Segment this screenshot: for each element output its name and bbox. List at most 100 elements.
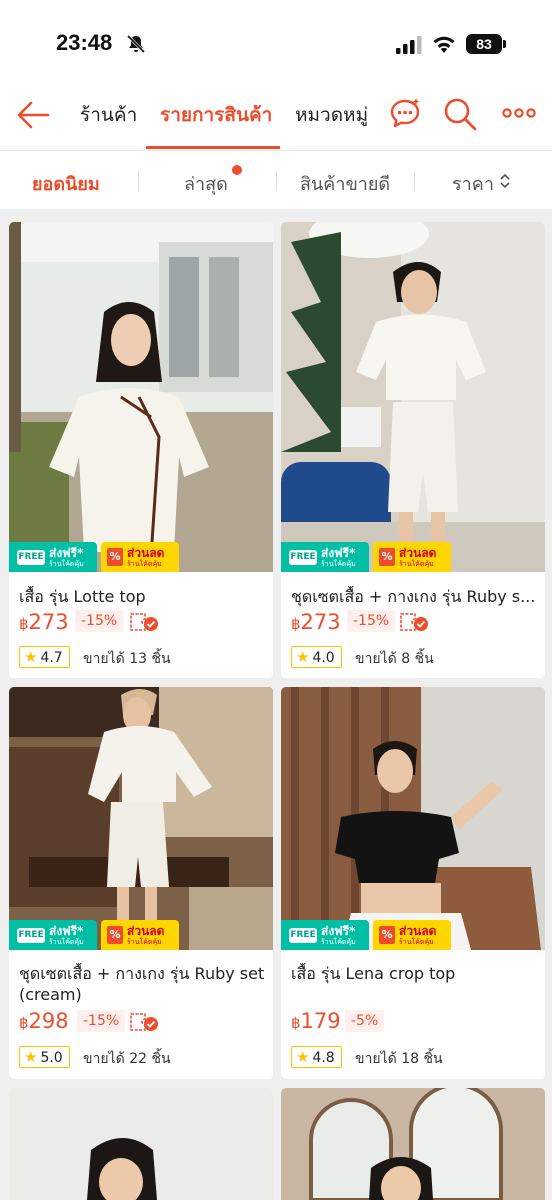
product-title[interactable]: เสื้อ รุ่น Lena crop top bbox=[291, 963, 537, 984]
sort-latest[interactable]: ล่าสุด bbox=[184, 169, 228, 198]
promo-badges: FREE ส่งฟรี* ร้านโค้ดคุ้ม % ส่วนลด ร้านโ… bbox=[9, 538, 273, 572]
shop-nav-bar: ร้านค้า รายการสินค้า หมวดหมู่ bbox=[0, 84, 552, 150]
rating-value: 4.8 bbox=[312, 1050, 335, 1066]
active-tab-indicator bbox=[146, 146, 280, 149]
tab-shop[interactable]: ร้านค้า bbox=[80, 100, 137, 130]
discount-sub: ร้านโค้ดคุ้ม bbox=[399, 560, 434, 568]
search-icon[interactable] bbox=[442, 96, 478, 132]
rating-badge: ★ 4.0 bbox=[291, 646, 342, 668]
free-shipping-badge: FREE ส่งฟรี* ร้านโค้ดคุ้ม bbox=[9, 542, 97, 572]
free-shipping-badge: FREE ส่งฟรี* ร้านโค้ดคุ้ม bbox=[281, 542, 369, 572]
rating-value: 5.0 bbox=[40, 1050, 63, 1066]
percent-icon: % bbox=[107, 548, 123, 566]
discount-sub: ร้านโค้ดคุ้ม bbox=[127, 560, 162, 568]
star-icon: ★ bbox=[24, 648, 38, 666]
sort-popular[interactable]: ยอดนิยม bbox=[32, 169, 100, 198]
product-photo bbox=[9, 222, 273, 572]
product-price: ฿298 bbox=[19, 1009, 69, 1033]
battery-indicator: 83 bbox=[466, 34, 502, 54]
product-price: ฿179 bbox=[291, 1009, 341, 1033]
product-price: ฿273 bbox=[291, 610, 341, 634]
sold-count: ขายได้ 13 ชิ้น bbox=[83, 651, 171, 667]
percent-icon: % bbox=[379, 548, 395, 566]
free-shipping-sub: ร้านโค้ดคุ้ม bbox=[49, 560, 84, 568]
currency-symbol: ฿ bbox=[19, 615, 29, 633]
star-icon: ★ bbox=[296, 1048, 310, 1066]
product-title[interactable]: ชุดเซตเสื้อ + กางเกง รุ่น Ruby s... bbox=[291, 586, 537, 607]
tab-categories[interactable]: หมวดหมู่ bbox=[295, 100, 368, 130]
back-arrow-icon[interactable] bbox=[16, 98, 50, 132]
discount-badge: % ส่วนลด ร้านโค้ดคุ้ม bbox=[101, 920, 179, 950]
free-shipping-sub: ร้านโค้ดคุ้ม bbox=[49, 938, 84, 946]
product-price: ฿273 bbox=[19, 610, 69, 634]
status-bar: 23:48 83 bbox=[0, 0, 552, 84]
voucher-verified-icon bbox=[400, 613, 428, 631]
price-value: 179 bbox=[300, 1009, 341, 1033]
promo-badges: FREE ส่งฟรี* ร้านโค้ดคุ้ม % ส่วนลด ร้านโ… bbox=[281, 916, 545, 950]
product-image[interactable]: FREE ส่งฟรี* ร้านโค้ดคุ้ม % ส่วนลด ร้านโ… bbox=[281, 687, 545, 950]
discount-sub: ร้านโค้ดคุ้ม bbox=[399, 938, 434, 946]
product-card[interactable]: FREE ส่งฟรี* ร้านโค้ดคุ้ม % ส่วนลด ร้านโ… bbox=[281, 222, 545, 678]
product-photo bbox=[9, 687, 273, 950]
price-value: 273 bbox=[28, 610, 69, 634]
promo-badges: FREE ส่งฟรี* ร้านโค้ดคุ้ม % ส่วนลด ร้านโ… bbox=[9, 916, 273, 950]
wifi-icon bbox=[433, 36, 455, 53]
product-image[interactable]: FREE ส่งฟรี* ร้านโค้ดคุ้ม % ส่วนลด ร้านโ… bbox=[9, 222, 273, 572]
new-indicator-dot bbox=[232, 165, 242, 175]
currency-symbol: ฿ bbox=[19, 1014, 29, 1032]
rating-value: 4.7 bbox=[40, 650, 63, 666]
product-card[interactable] bbox=[9, 1088, 273, 1200]
free-shipping-sub: ร้านโค้ดคุ้ม bbox=[321, 938, 356, 946]
sold-count: ขายได้ 8 ชิ้น bbox=[355, 651, 434, 667]
percent-icon: % bbox=[107, 926, 123, 944]
status-time: 23:48 bbox=[56, 30, 113, 55]
star-icon: ★ bbox=[24, 1048, 38, 1066]
discount-sub: ร้านโค้ดคุ้ม bbox=[127, 938, 162, 946]
sold-count: ขายได้ 22 ชิ้น bbox=[83, 1051, 171, 1067]
free-shipping-badge: FREE ส่งฟรี* ร้านโค้ดคุ้ม bbox=[281, 920, 369, 950]
product-photo bbox=[281, 687, 545, 950]
discount-badge: % ส่วนลด ร้านโค้ดคุ้ม bbox=[101, 542, 179, 572]
rating-badge: ★ 5.0 bbox=[19, 1046, 70, 1068]
sort-separator bbox=[414, 171, 415, 191]
discount-tag: -15% bbox=[77, 1010, 126, 1032]
voucher-verified-icon bbox=[130, 1013, 158, 1031]
sold-count: ขายได้ 18 ชิ้น bbox=[355, 1051, 443, 1067]
battery-tip bbox=[503, 40, 506, 48]
discount-badge: % ส่วนลด ร้านโค้ดคุ้ม bbox=[373, 920, 451, 950]
free-tag: FREE bbox=[289, 928, 317, 943]
discount-tag: -15% bbox=[75, 610, 124, 632]
product-card[interactable]: FREE ส่งฟรี* ร้านโค้ดคุ้ม % ส่วนลด ร้านโ… bbox=[9, 222, 273, 678]
sort-separator bbox=[276, 171, 277, 191]
bell-muted-icon bbox=[126, 34, 146, 54]
discount-tag: -15% bbox=[347, 610, 396, 632]
voucher-verified-icon bbox=[130, 613, 158, 631]
sort-best-selling[interactable]: สินค้าขายดี bbox=[300, 169, 390, 198]
product-card[interactable]: FREE ส่งฟรี* ร้านโค้ดคุ้ม % ส่วนลด ร้านโ… bbox=[281, 687, 545, 1079]
product-title[interactable]: เสื้อ รุ่น Lotte top bbox=[19, 586, 265, 607]
currency-symbol: ฿ bbox=[291, 1014, 301, 1032]
sort-updown-icon[interactable] bbox=[498, 171, 512, 191]
free-shipping-sub: ร้านโค้ดคุ้ม bbox=[321, 560, 356, 568]
rating-badge: ★ 4.7 bbox=[19, 646, 70, 668]
product-photo bbox=[9, 1088, 273, 1200]
discount-badge: % ส่วนลด ร้านโค้ดคุ้ม bbox=[373, 542, 451, 572]
free-tag: FREE bbox=[17, 550, 45, 565]
product-photo bbox=[281, 222, 545, 572]
rating-badge: ★ 4.8 bbox=[291, 1046, 342, 1068]
rating-value: 4.0 bbox=[312, 650, 335, 666]
product-image[interactable]: FREE ส่งฟรี* ร้านโค้ดคุ้ม % ส่วนลด ร้านโ… bbox=[281, 222, 545, 572]
more-options-icon[interactable] bbox=[502, 106, 536, 120]
product-photo bbox=[281, 1088, 545, 1200]
chat-icon[interactable] bbox=[388, 96, 422, 130]
signal-icon bbox=[396, 36, 422, 54]
product-card[interactable]: FREE ส่งฟรี* ร้านโค้ดคุ้ม % ส่วนลด ร้านโ… bbox=[9, 687, 273, 1079]
product-image[interactable]: FREE ส่งฟรี* ร้านโค้ดคุ้ม % ส่วนลด ร้านโ… bbox=[9, 687, 273, 950]
star-icon: ★ bbox=[296, 648, 310, 666]
product-title[interactable]: ชุดเซตเสื้อ + กางเกง รุ่น Ruby set (crea… bbox=[19, 963, 265, 1005]
product-card[interactable] bbox=[281, 1088, 545, 1200]
discount-tag: -5% bbox=[345, 1010, 385, 1032]
promo-badges: FREE ส่งฟรี* ร้านโค้ดคุ้ม % ส่วนลด ร้านโ… bbox=[281, 538, 545, 572]
sort-price[interactable]: ราคา bbox=[452, 169, 494, 198]
tab-products[interactable]: รายการสินค้า bbox=[160, 100, 272, 130]
